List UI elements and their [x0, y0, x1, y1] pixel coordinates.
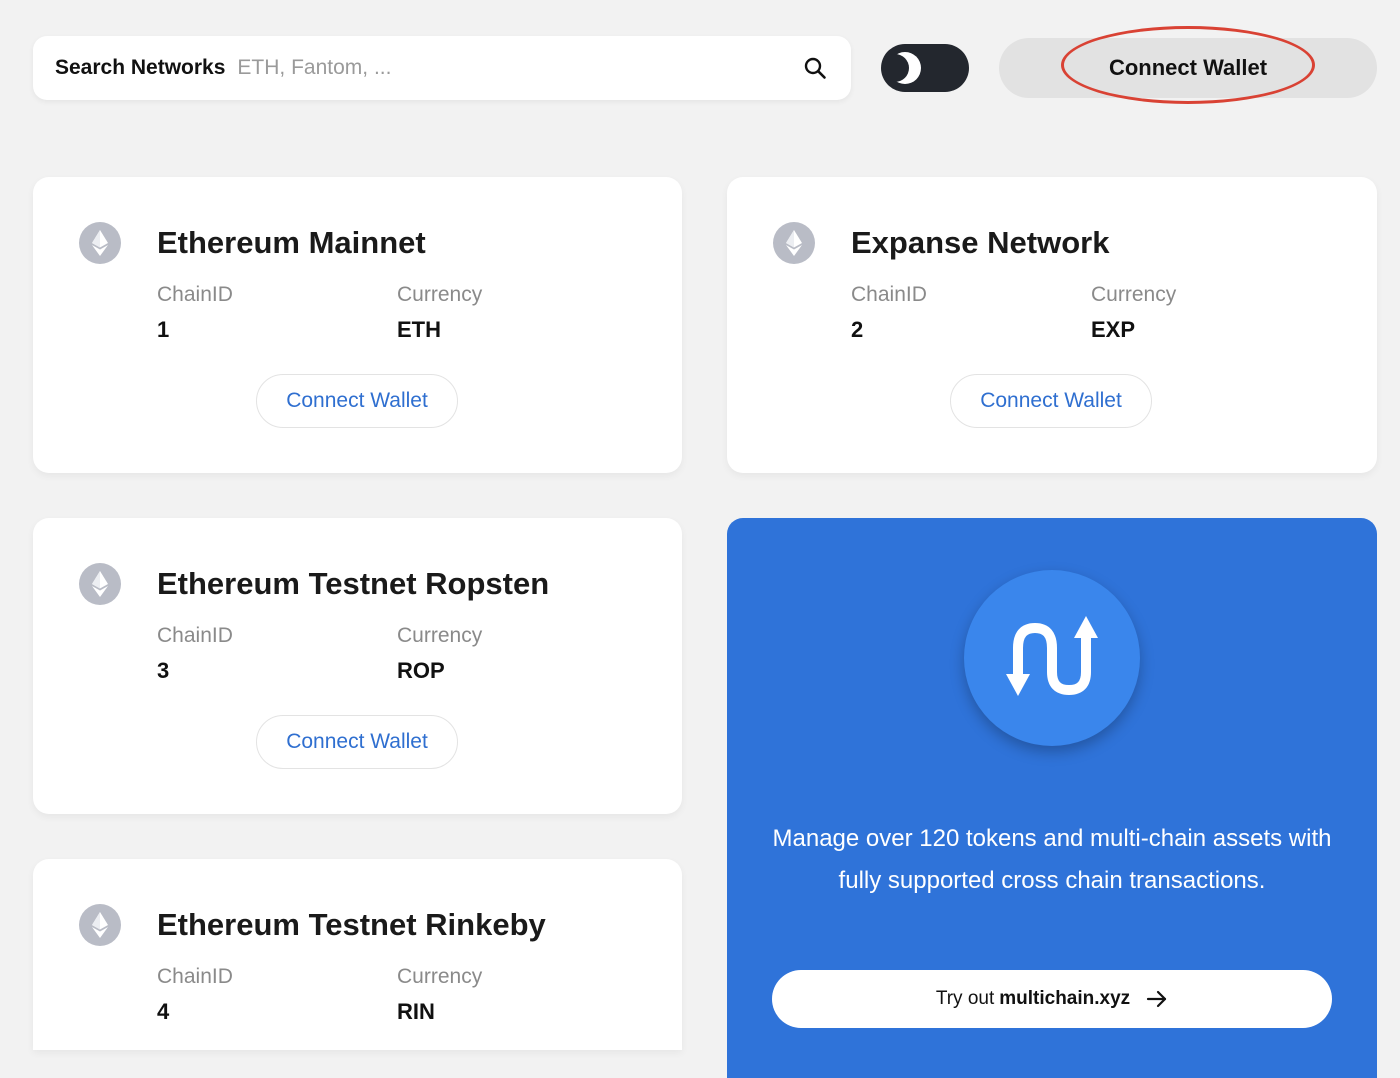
currency-label: Currency [397, 965, 483, 988]
card-connect-wallet-button[interactable]: Connect Wallet [256, 374, 458, 428]
chain-id-label: ChainID [157, 283, 233, 306]
chain-id-value: 4 [157, 999, 170, 1024]
search-bar[interactable]: Search Networks [33, 36, 851, 100]
chain-id-value: 2 [851, 317, 864, 342]
currency-value: ETH [397, 317, 441, 342]
network-card-ethereum-testnet-rinkeby: Ethereum Testnet Rinkeby ChainID Currenc… [33, 859, 682, 1050]
theme-toggle[interactable] [881, 44, 969, 92]
multichain-promo-panel: Manage over 120 tokens and multi-chain a… [727, 518, 1377, 1078]
chain-id-label: ChainID [157, 965, 233, 988]
currency-label: Currency [397, 283, 483, 306]
network-card-ethereum-mainnet: Ethereum Mainnet ChainID Currency 1 ETH … [33, 177, 682, 473]
currency-value: EXP [1091, 317, 1136, 342]
moon-icon [881, 50, 923, 86]
multichain-logo-icon [964, 570, 1140, 746]
connect-wallet-button[interactable]: Connect Wallet [999, 38, 1377, 98]
chain-id-value: 1 [157, 317, 170, 342]
promo-description: Manage over 120 tokens and multi-chain a… [772, 825, 1332, 894]
try-multichain-button[interactable]: Try out multichain.xyz [772, 970, 1332, 1028]
arrow-right-icon [1146, 989, 1168, 1009]
chain-id-label: ChainID [851, 283, 927, 306]
promo-button-prefix: Try out [935, 988, 995, 1009]
currency-label: Currency [397, 624, 483, 647]
network-name: Ethereum Mainnet [157, 225, 426, 260]
network-card-ethereum-testnet-ropsten: Ethereum Testnet Ropsten ChainID Currenc… [33, 518, 682, 814]
chain-id-label: ChainID [157, 624, 233, 647]
search-input[interactable] [237, 56, 801, 80]
ethereum-icon [773, 222, 815, 264]
search-icon[interactable] [801, 54, 829, 82]
ethereum-icon [79, 222, 121, 264]
network-name: Ethereum Testnet Rinkeby [157, 907, 546, 942]
ethereum-icon [79, 904, 121, 946]
network-name: Ethereum Testnet Ropsten [157, 566, 550, 601]
network-card-expanse-network: Expanse Network ChainID Currency 2 EXP C… [727, 177, 1377, 473]
currency-label: Currency [1091, 283, 1177, 306]
currency-value: ROP [397, 658, 445, 683]
currency-value: RIN [397, 999, 435, 1024]
network-name: Expanse Network [851, 225, 1110, 260]
ethereum-icon [79, 563, 121, 605]
promo-button-domain: multichain.xyz [999, 988, 1131, 1009]
chain-id-value: 3 [157, 658, 170, 683]
card-connect-wallet-button[interactable]: Connect Wallet [256, 715, 458, 769]
card-connect-wallet-button[interactable]: Connect Wallet [950, 374, 1152, 428]
search-label: Search Networks [55, 56, 226, 79]
